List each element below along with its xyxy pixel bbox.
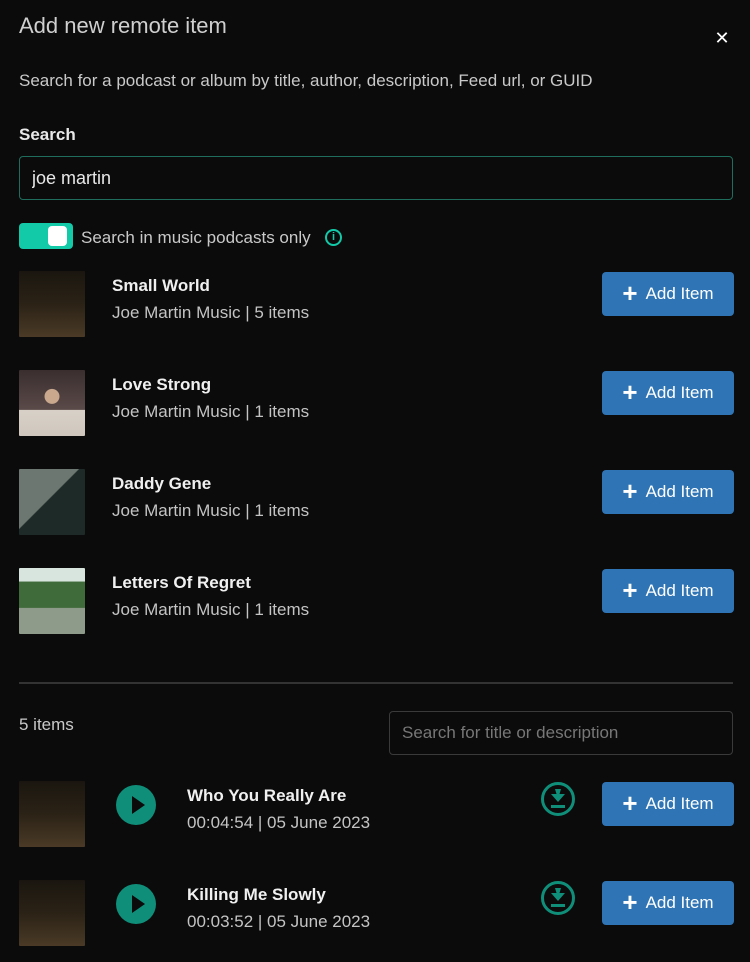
close-icon[interactable]: ✕: [712, 28, 732, 50]
plus-icon: +: [622, 376, 638, 407]
button-label: Add Item: [645, 794, 714, 813]
result-title: Small World: [112, 276, 210, 295]
add-item-button[interactable]: + Add Item: [602, 371, 734, 415]
cover-thumbnail: [19, 271, 85, 337]
button-label: Add Item: [645, 383, 714, 402]
toggle-label: Search in music podcasts only: [81, 228, 311, 247]
add-episode-button[interactable]: + Add Item: [602, 881, 734, 925]
episode-meta: 00:03:52 | 05 June 2023: [187, 912, 371, 931]
music-only-toggle[interactable]: [19, 223, 73, 249]
add-item-button[interactable]: + Add Item: [602, 569, 734, 613]
result-title: Letters Of Regret: [112, 573, 251, 592]
result-subtitle: Joe Martin Music | 1 items: [112, 501, 310, 520]
download-icon[interactable]: [541, 782, 575, 816]
result-subtitle: Joe Martin Music | 1 items: [112, 402, 310, 421]
cover-thumbnail: [19, 568, 85, 634]
result-subtitle: Joe Martin Music | 5 items: [112, 303, 310, 322]
add-item-button[interactable]: + Add Item: [602, 470, 734, 514]
episode-count: 5 items: [19, 715, 74, 734]
plus-icon: +: [622, 475, 638, 506]
search-input[interactable]: [19, 156, 733, 200]
search-label: Search: [19, 125, 76, 144]
episode-thumbnail: [19, 781, 85, 847]
divider: [19, 682, 733, 684]
download-icon[interactable]: [541, 881, 575, 915]
episode-title: Killing Me Slowly: [187, 885, 326, 904]
info-icon[interactable]: i: [325, 229, 342, 246]
add-episode-button[interactable]: + Add Item: [602, 782, 734, 826]
play-icon[interactable]: [116, 785, 156, 825]
episode-thumbnail: [19, 880, 85, 946]
result-title: Daddy Gene: [112, 474, 212, 493]
result-subtitle: Joe Martin Music | 1 items: [112, 600, 310, 619]
episode-title: Who You Really Are: [187, 786, 347, 805]
button-label: Add Item: [645, 482, 714, 501]
button-label: Add Item: [645, 284, 714, 303]
cover-thumbnail: [19, 370, 85, 436]
episode-filter-input[interactable]: [389, 711, 733, 755]
play-icon[interactable]: [116, 884, 156, 924]
dialog-subtitle: Search for a podcast or album by title, …: [19, 71, 593, 90]
plus-icon: +: [622, 277, 638, 308]
cover-thumbnail: [19, 469, 85, 535]
dialog-title: Add new remote item: [19, 13, 227, 38]
plus-icon: +: [622, 886, 638, 917]
episode-meta: 00:04:54 | 05 June 2023: [187, 813, 371, 832]
plus-icon: +: [622, 574, 638, 605]
button-label: Add Item: [645, 893, 714, 912]
button-label: Add Item: [645, 581, 714, 600]
plus-icon: +: [622, 787, 638, 818]
result-title: Love Strong: [112, 375, 212, 394]
add-item-button[interactable]: + Add Item: [602, 272, 734, 316]
